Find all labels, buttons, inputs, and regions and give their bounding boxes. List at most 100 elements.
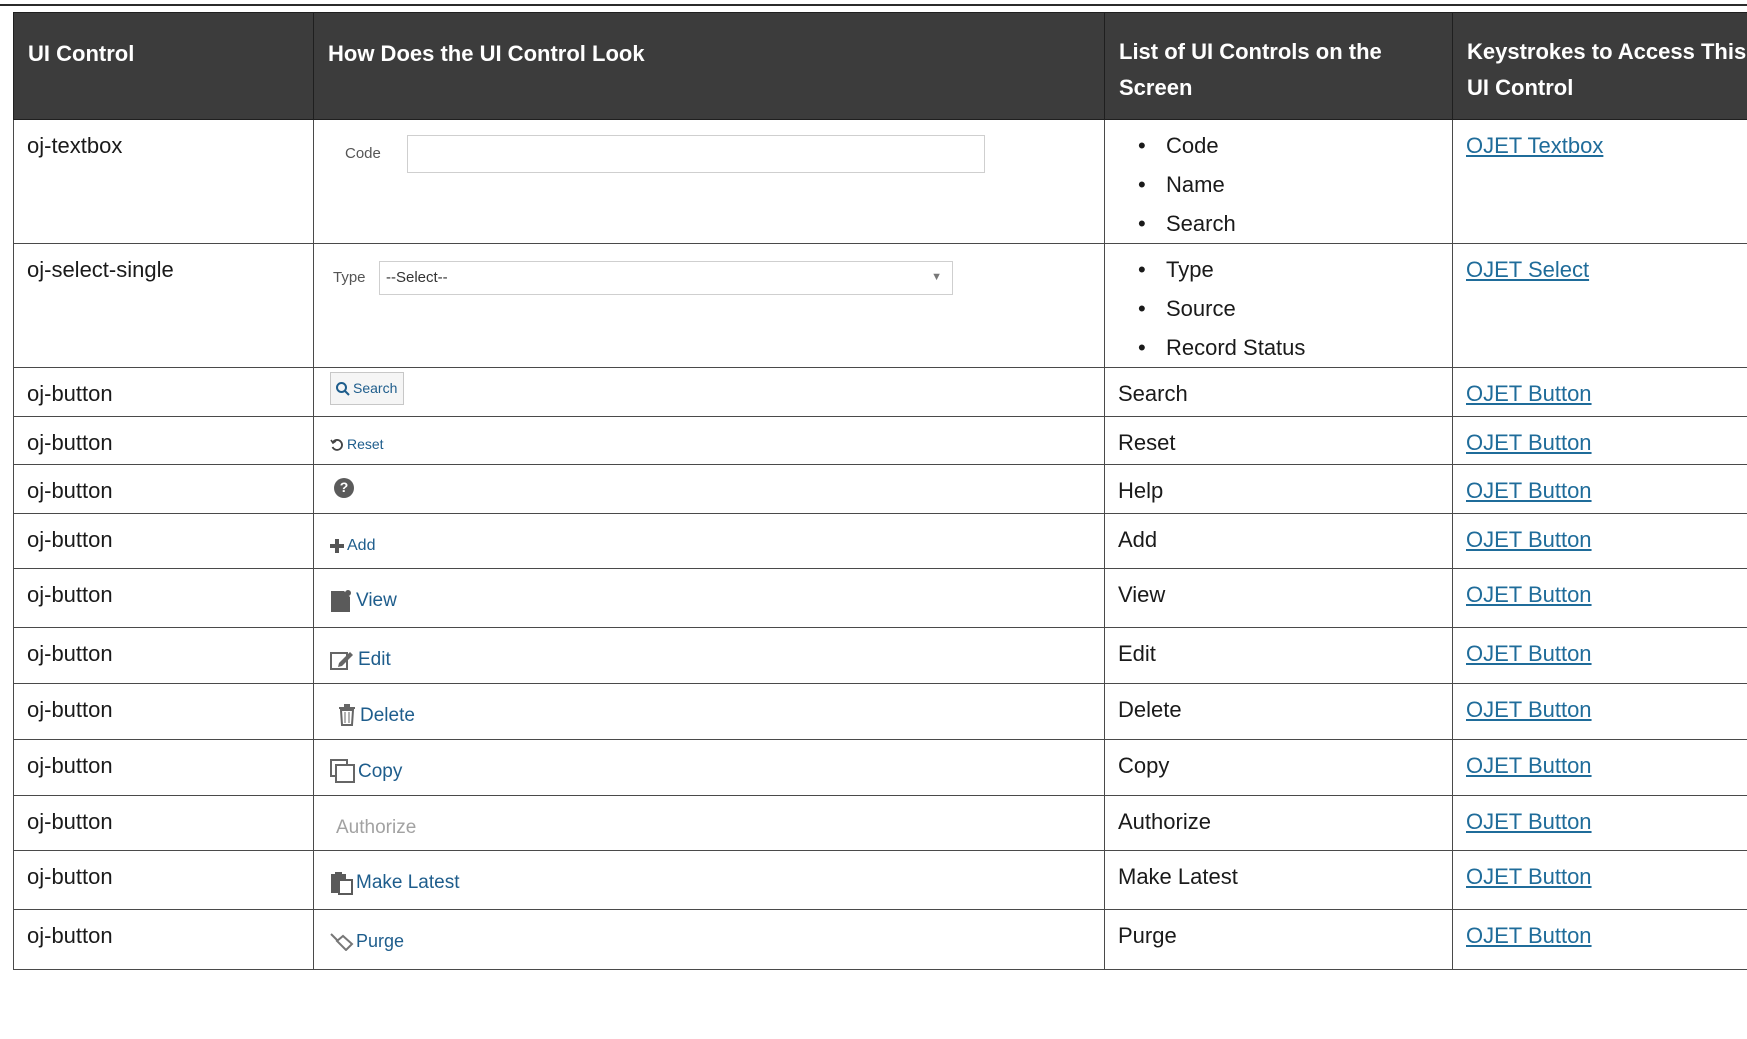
table-header-row: UI Control How Does the UI Control Look … (13, 12, 1747, 120)
header-control-look: How Does the UI Control Look (313, 12, 1105, 120)
control-list-text: Authorize (1104, 795, 1453, 851)
add-button[interactable]: Add (330, 526, 375, 565)
control-list-text: Delete (1104, 682, 1453, 740)
keystroke-cell: OJET Button (1452, 367, 1747, 417)
ojet-button-link[interactable]: OJET Button (1466, 478, 1592, 503)
ojet-button-link[interactable]: OJET Button (1466, 753, 1592, 778)
ojet-button-link[interactable]: OJET Button (1466, 527, 1592, 552)
header-controls-list-text: List of UI Controls on the Screen (1119, 39, 1382, 100)
control-preview: Make Latest (313, 850, 1105, 910)
table-row: oj-select-single Type --Select-- ▼ Type … (13, 243, 1747, 368)
ojet-button-link[interactable]: OJET Button (1466, 641, 1592, 666)
select-label: Type (333, 269, 366, 286)
table-row: oj-button Reset Reset OJET Button (13, 416, 1747, 465)
control-name: oj-button (13, 909, 314, 970)
ojet-button-link[interactable]: OJET Button (1466, 697, 1592, 722)
search-icon (336, 381, 350, 396)
control-name: oj-textbox (13, 119, 314, 244)
edit-button[interactable]: Edit (330, 640, 391, 679)
table-row: oj-button Purge Purge OJET Button (13, 909, 1747, 970)
search-button[interactable]: Search (330, 372, 405, 405)
control-list-text: View (1104, 568, 1453, 628)
control-name: oj-button (13, 416, 314, 465)
table-row: oj-button Make Latest Make Latest OJET B… (13, 850, 1747, 910)
control-preview: Authorize (313, 795, 1105, 851)
table-row: oj-button View View OJET Button (13, 568, 1747, 628)
keystroke-cell: OJET Button (1452, 795, 1747, 851)
control-preview: ? (313, 464, 1105, 514)
keystroke-cell: OJET Button (1452, 738, 1747, 796)
controls-list: Code Name Search (1104, 119, 1453, 244)
control-preview: Type --Select-- ▼ (313, 243, 1105, 368)
reset-icon (330, 438, 343, 451)
list-item: Search (1118, 204, 1452, 243)
list-item: Name (1118, 165, 1452, 204)
control-preview: Add (313, 513, 1105, 569)
ojet-button-link[interactable]: OJET Button (1466, 381, 1592, 406)
table-row: oj-button Search Search OJET Button (13, 367, 1747, 417)
table-row: oj-button Authorize Authorize OJET Butto… (13, 795, 1747, 851)
table-row: oj-button Add Add OJET Button (13, 513, 1747, 569)
select-preview: Type --Select-- ▼ (330, 258, 1104, 297)
control-name: oj-button (13, 627, 314, 684)
keystroke-cell: OJET Textbox (1452, 119, 1747, 244)
ojet-button-link[interactable]: OJET Button (1466, 430, 1592, 455)
ojet-select-link[interactable]: OJET Select (1466, 257, 1589, 282)
reset-button[interactable]: Reset (330, 425, 384, 464)
copy-icon (330, 759, 355, 783)
search-button-label: Search (353, 380, 398, 396)
clipboard-icon (331, 871, 353, 895)
ojet-button-link[interactable]: OJET Button (1466, 582, 1592, 607)
copy-button[interactable]: Copy (330, 752, 402, 791)
control-name: oj-button (13, 682, 314, 740)
table-row: oj-button Edit Edit OJET Button (13, 627, 1747, 684)
ui-controls-table: UI Control How Does the UI Control Look … (13, 12, 1747, 970)
edit-icon (330, 651, 353, 670)
control-list-text: Copy (1104, 738, 1453, 796)
type-select[interactable]: --Select-- ▼ (379, 260, 953, 295)
table-row: oj-textbox Code Code Name Search OJET Te… (13, 119, 1747, 244)
ojet-button-link[interactable]: OJET Button (1466, 923, 1592, 948)
eraser-icon (330, 932, 354, 951)
control-list-text: Purge (1104, 909, 1453, 970)
copy-button-label: Copy (358, 760, 403, 782)
ojet-button-link[interactable]: OJET Button (1466, 809, 1592, 834)
help-icon[interactable]: ? (334, 477, 354, 498)
delete-button[interactable]: Delete (338, 696, 415, 735)
textbox-preview: Code (330, 134, 1104, 173)
control-list-text: Reset (1104, 416, 1453, 465)
control-name: oj-select-single (13, 243, 314, 368)
control-name: oj-button (13, 795, 314, 851)
make-latest-button[interactable]: Make Latest (330, 863, 460, 902)
control-list-text: Search (1104, 367, 1453, 417)
keystroke-cell: OJET Button (1452, 416, 1747, 465)
keystroke-cell: OJET Button (1452, 682, 1747, 740)
ojet-button-link[interactable]: OJET Button (1466, 864, 1592, 889)
control-preview: Edit (313, 627, 1105, 684)
control-name: oj-button (13, 568, 314, 628)
make-latest-button-label: Make Latest (356, 872, 460, 893)
ojet-textbox-link[interactable]: OJET Textbox (1466, 133, 1603, 158)
code-input[interactable] (407, 134, 985, 173)
keystroke-cell: OJET Button (1452, 464, 1747, 514)
header-ui-control: UI Control (13, 12, 314, 120)
control-list-text: Add (1104, 513, 1453, 569)
keystroke-cell: OJET Button (1452, 513, 1747, 569)
trash-icon (339, 704, 355, 726)
view-button-label: View (356, 590, 397, 611)
list-item: Type (1118, 250, 1452, 289)
header-keystrokes: Keystrokes to Access This UI Control (1452, 12, 1747, 120)
list-item: Code (1118, 126, 1452, 165)
delete-button-label: Delete (360, 704, 415, 726)
purge-button[interactable]: Purge (330, 922, 404, 961)
edit-button-label: Edit (358, 649, 391, 670)
view-button[interactable]: View (330, 581, 397, 620)
authorize-button[interactable]: Authorize (336, 808, 416, 847)
add-button-label: Add (347, 537, 376, 554)
list-item: Source (1118, 289, 1452, 328)
control-preview: Delete (313, 682, 1105, 740)
control-preview: Code (313, 119, 1105, 244)
control-name: oj-button (13, 850, 314, 910)
control-preview: Reset (313, 416, 1105, 465)
chevron-down-icon: ▼ (931, 271, 942, 283)
